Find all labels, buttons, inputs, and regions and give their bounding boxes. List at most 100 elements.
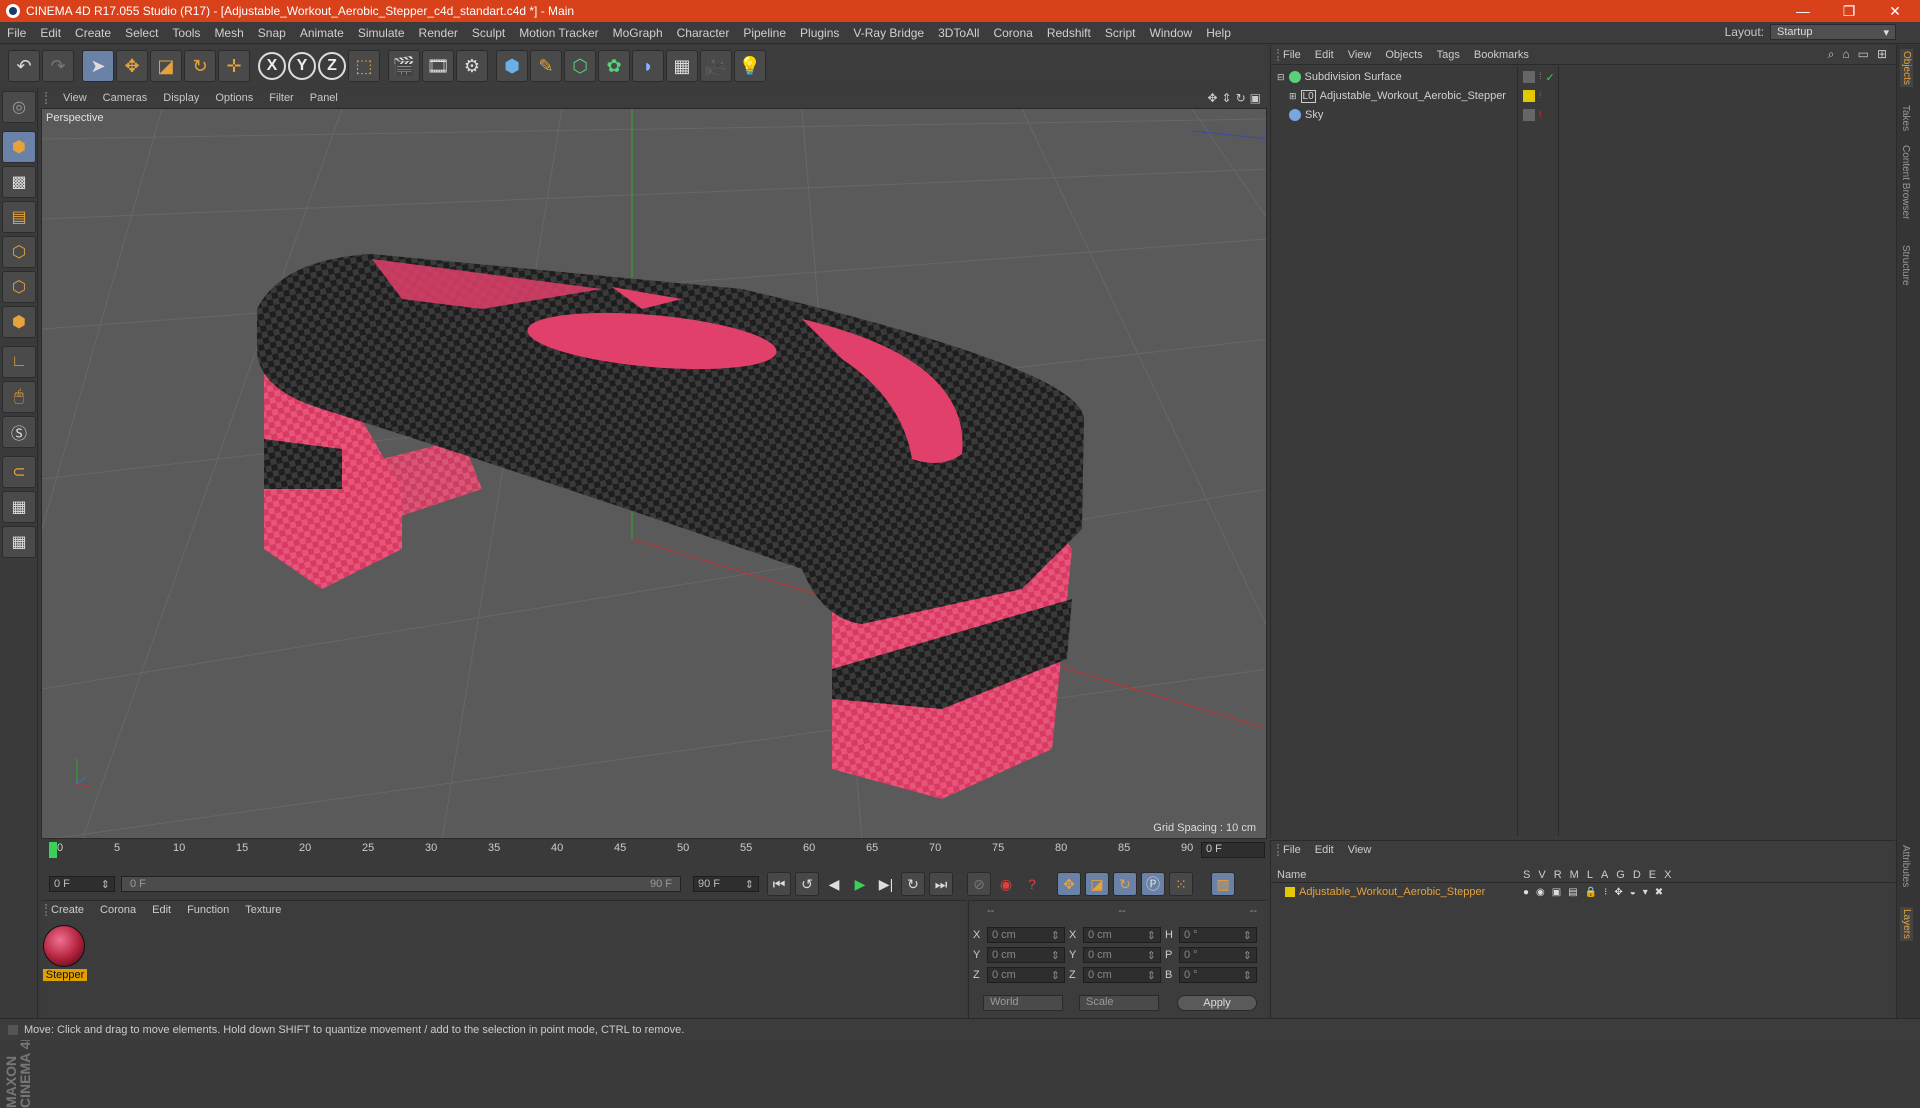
material-menu-texture[interactable]: Texture xyxy=(237,904,289,916)
position-y-field[interactable]: 0 cm ⇕ xyxy=(987,947,1065,963)
position-z-field[interactable]: 0 cm ⇕ xyxy=(987,967,1065,983)
coordinate-mode-dropdown[interactable]: World xyxy=(983,995,1063,1011)
preview-range-slider[interactable]: 0 F 90 F xyxy=(121,876,681,892)
viewport-menu-options[interactable]: Options xyxy=(207,92,261,104)
y-axis-lock-button[interactable]: Y xyxy=(288,52,316,80)
menu-render[interactable]: Render xyxy=(412,26,465,40)
key-rotation-button[interactable]: ↻ xyxy=(1113,872,1137,896)
x-axis-lock-button[interactable]: X xyxy=(258,52,286,80)
size-x-field[interactable]: 0 cm ⇕ xyxy=(1083,927,1161,943)
add-mograph-button[interactable]: ✿ xyxy=(598,50,630,82)
manager-icon[interactable]: ▤ xyxy=(1568,887,1577,898)
step-back-button[interactable]: ◀ xyxy=(823,873,845,895)
orbit-view-icon[interactable]: ↻ xyxy=(1236,91,1246,105)
tab-objects[interactable]: Objects xyxy=(1900,49,1913,87)
coordinate-system-button[interactable]: ⬚ xyxy=(348,50,380,82)
layer-swatch-icon[interactable] xyxy=(1523,70,1535,83)
menu-character[interactable]: Character xyxy=(670,26,737,40)
material-menu-create[interactable]: Create xyxy=(45,904,92,916)
goto-end-button[interactable]: ⏭ xyxy=(929,872,953,896)
add-light-button[interactable]: 💡 xyxy=(734,50,766,82)
make-editable-button[interactable]: ◎ xyxy=(2,91,36,123)
viewport-menu-panel[interactable]: Panel xyxy=(302,92,346,104)
add-camera-button[interactable]: 🎥 xyxy=(700,50,732,82)
tab-takes[interactable]: Takes xyxy=(1900,105,1911,131)
object-row[interactable]: Sky ⁞ xyxy=(1271,106,1896,124)
deformer-icon[interactable]: ◒ xyxy=(1630,887,1636,898)
visibility-dots-icon[interactable]: ⁞ xyxy=(1539,71,1542,84)
menu-help[interactable]: Help xyxy=(1199,26,1238,40)
visibility-dots-icon[interactable]: ⁞ xyxy=(1539,90,1542,102)
menu-window[interactable]: Window xyxy=(1143,26,1200,40)
menu-vray-bridge[interactable]: V-Ray Bridge xyxy=(846,26,931,40)
scale-tool-button[interactable]: ◪ xyxy=(150,50,182,82)
layer-swatch-icon[interactable] xyxy=(1523,109,1535,121)
add-scene-button[interactable]: ▦ xyxy=(666,50,698,82)
timeline-ruler[interactable]: 0 5 10 15 20 25 30 35 40 45 50 55 60 65 … xyxy=(41,840,1267,862)
object-menu-edit[interactable]: Edit xyxy=(1308,49,1341,61)
layer-menu-file[interactable]: File xyxy=(1277,844,1308,856)
rotation-b-field[interactable]: 0 ° ⇕ xyxy=(1179,967,1257,983)
toggle-layout-icon[interactable]: ▣ xyxy=(1250,91,1261,105)
layout-dropdown[interactable]: Startup ▾ xyxy=(1770,24,1896,40)
key-position-button[interactable]: ✥ xyxy=(1057,872,1081,896)
undo-button[interactable]: ↶ xyxy=(8,50,40,82)
apply-button[interactable]: Apply xyxy=(1177,995,1257,1011)
tweak-mode-button[interactable]: 🖱 xyxy=(2,381,36,413)
snap-button[interactable]: Ⓢ xyxy=(2,416,36,448)
record-disabled-button[interactable]: ⊘ xyxy=(967,872,991,896)
rotate-tool-button[interactable]: ↻ xyxy=(184,50,216,82)
eye-icon[interactable]: ◉ xyxy=(1536,887,1545,898)
record-button[interactable]: ◉ xyxy=(995,873,1017,895)
size-z-field[interactable]: 0 cm ⇕ xyxy=(1083,967,1161,983)
layer-menu-view[interactable]: View xyxy=(1341,844,1379,856)
size-y-field[interactable]: 0 cm ⇕ xyxy=(1083,947,1161,963)
redo-button[interactable]: ↷ xyxy=(42,50,74,82)
expand-icon[interactable]: ▭ xyxy=(1858,47,1869,62)
add-subdivision-button[interactable]: ⬡ xyxy=(564,50,596,82)
render-settings-button[interactable]: ⚙ xyxy=(456,50,488,82)
layer-color-swatch[interactable] xyxy=(1285,887,1295,897)
rotation-p-field[interactable]: 0 ° ⇕ xyxy=(1179,947,1257,963)
object-menu-view[interactable]: View xyxy=(1341,49,1379,61)
move-tool-button[interactable]: ✥ xyxy=(116,50,148,82)
menu-mesh[interactable]: Mesh xyxy=(207,26,250,40)
render-picture-viewer-button[interactable]: 🎞 xyxy=(422,50,454,82)
start-frame-field[interactable]: 0 F ⇕ xyxy=(49,876,115,892)
object-menu-bookmarks[interactable]: Bookmarks xyxy=(1467,49,1536,61)
lock-workplane-button[interactable]: ▦ xyxy=(2,491,36,523)
points-mode-button[interactable]: ⬡ xyxy=(2,236,36,268)
menu-animate[interactable]: Animate xyxy=(293,26,351,40)
goto-next-key-button[interactable]: ↻ xyxy=(901,872,925,896)
menu-plugins[interactable]: Plugins xyxy=(793,26,846,40)
stepper-model[interactable] xyxy=(257,254,1084,799)
menu-motion-tracker[interactable]: Motion Tracker xyxy=(512,26,605,40)
menu-pipeline[interactable]: Pipeline xyxy=(736,26,793,40)
goto-prev-key-button[interactable]: ↺ xyxy=(795,872,819,896)
object-menu-tags[interactable]: Tags xyxy=(1430,49,1467,61)
size-mode-dropdown[interactable]: Scale xyxy=(1079,995,1159,1011)
menu-3dtoall[interactable]: 3DToAll xyxy=(931,26,986,40)
minimize-button[interactable]: — xyxy=(1780,0,1826,22)
menu-tools[interactable]: Tools xyxy=(165,26,207,40)
key-pla-button[interactable]: ⁙ xyxy=(1169,872,1193,896)
material-menu-function[interactable]: Function xyxy=(179,904,237,916)
polygons-mode-button[interactable]: ⬢ xyxy=(2,306,36,338)
z-axis-lock-button[interactable]: Z xyxy=(318,52,346,80)
object-row[interactable]: ⊟ Subdivision Surface ⁞ ✓ xyxy=(1271,68,1896,86)
tab-attributes[interactable]: Attributes xyxy=(1900,845,1911,887)
dolly-view-icon[interactable]: ⇕ xyxy=(1222,91,1232,105)
planar-workplane-button[interactable]: ▦ xyxy=(2,526,36,558)
position-x-field[interactable]: 0 cm ⇕ xyxy=(987,927,1065,943)
play-button[interactable]: ▶ xyxy=(849,873,871,895)
render-icon[interactable]: ▣ xyxy=(1552,887,1561,898)
transform-tool-button[interactable]: ✛ xyxy=(218,50,250,82)
live-selection-button[interactable]: ➤ xyxy=(82,50,114,82)
restore-button[interactable]: ❐ xyxy=(1826,0,1872,22)
workplane-mode-button[interactable]: ▤ xyxy=(2,201,36,233)
object-menu-file[interactable]: File xyxy=(1277,48,1308,61)
xref-icon[interactable]: ✖ xyxy=(1655,887,1663,898)
edges-mode-button[interactable]: ⬡ xyxy=(2,271,36,303)
perspective-viewport[interactable]: Perspective Grid Spacing : 10 cm xyxy=(41,108,1267,839)
collapse-icon[interactable]: ⊟ xyxy=(1277,72,1285,83)
